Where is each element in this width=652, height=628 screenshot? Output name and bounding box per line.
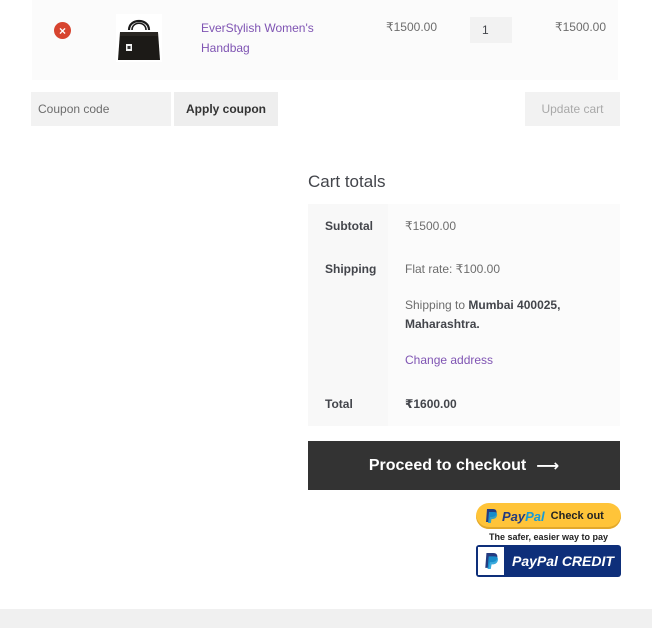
paypal-logo-pay: Pay [502, 508, 526, 524]
paypal-p-glyph [485, 553, 498, 569]
proceed-to-checkout-button[interactable]: Proceed to checkout ⟶ [308, 441, 620, 490]
subtotal-value: ₹1500.00 [388, 204, 620, 247]
apply-coupon-button[interactable]: Apply coupon [174, 92, 278, 126]
shipping-method: Flat rate: ₹100.00 [405, 262, 501, 276]
total-value: ₹1600.00 [388, 384, 620, 426]
subtotal-value-text: ₹1500.00 [405, 219, 457, 233]
paypal-logo: PayPal [502, 509, 545, 524]
product-price: ₹1500.00 [386, 20, 438, 34]
subtotal-label-text: Subtotal [325, 219, 373, 233]
paypal-checkout-label: Check out [550, 510, 604, 522]
cart-totals-title: Cart totals [308, 172, 386, 191]
arrow-right-icon: ⟶ [536, 457, 560, 475]
subtotal-row: Subtotal ₹1500.00 [308, 204, 620, 247]
line-subtotal: ₹1500.00 [555, 20, 607, 34]
total-label: Total [308, 384, 388, 426]
paypal-p-icon-credit [478, 547, 504, 575]
remove-item-icon[interactable]: × [54, 22, 71, 39]
product-thumbnail[interactable] [116, 14, 162, 62]
shipping-to-state: Maharashtra. [405, 317, 480, 331]
shipping-to-prefix: Shipping to [405, 298, 466, 312]
total-row: Total ₹1600.00 [308, 384, 620, 426]
shipping-label: Shipping [308, 247, 388, 384]
paypal-tagline: The safer, easier way to pay [488, 532, 609, 542]
checkout-label: Proceed to checkout [368, 456, 527, 474]
total-value-text: ₹1600.00 [405, 397, 457, 411]
total-label-text: Total [325, 397, 353, 411]
remove-item-glyph: × [58, 23, 66, 38]
shipping-row: Shipping Flat rate: ₹100.00 Shipping to … [308, 247, 620, 384]
shipping-value: Flat rate: ₹100.00 Shipping to Mumbai 40… [388, 247, 620, 384]
paypal-p-icon [486, 509, 498, 523]
paypal-logo-pal: Pal [525, 508, 545, 524]
handbag-image [116, 14, 162, 62]
subtotal-label: Subtotal [308, 204, 388, 247]
change-address-link[interactable]: Change address [405, 353, 493, 367]
shipping-destination-line: Shipping to Mumbai 400025, [405, 298, 560, 312]
footer-band [0, 609, 652, 628]
paypal-credit-button[interactable]: PayPal CREDIT [476, 545, 621, 577]
product-name-link[interactable]: EverStylish Women's Handbag [201, 18, 331, 58]
paypal-credit-label: PayPal CREDIT [512, 553, 614, 569]
shipping-label-text: Shipping [325, 262, 377, 276]
paypal-checkout-button[interactable]: PayPal Check out [476, 503, 621, 529]
shipping-to-place: Mumbai 400025, [468, 298, 561, 312]
update-cart-button[interactable]: Update cart [525, 92, 620, 126]
coupon-code-input[interactable]: Coupon code [31, 92, 171, 126]
quantity-input[interactable]: 1 [470, 17, 512, 43]
cart-item-row: × EverStylish Women's Handbag ₹1500.00 1… [32, 0, 618, 80]
